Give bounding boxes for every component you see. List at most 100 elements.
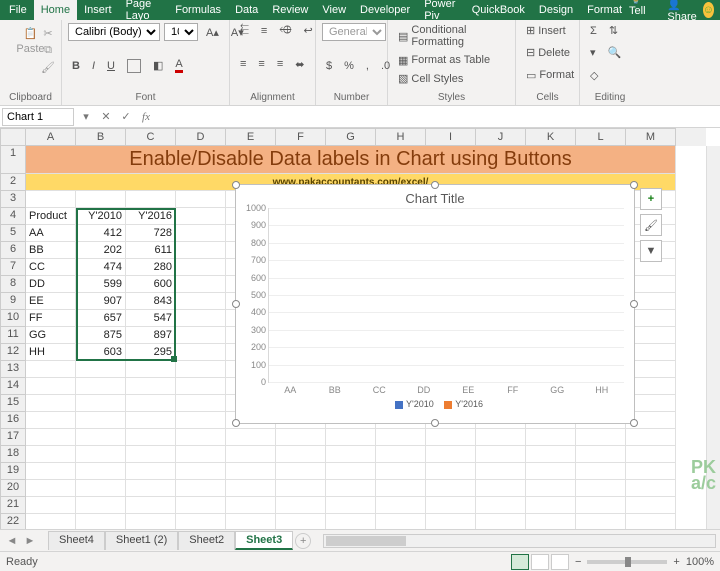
col-header-I[interactable]: I <box>426 128 476 146</box>
align-center-icon[interactable]: ≡ <box>254 57 268 71</box>
cell[interactable] <box>126 378 176 395</box>
normal-view-button[interactable] <box>511 554 529 570</box>
font-size-select[interactable]: 10 <box>164 23 198 41</box>
cell[interactable] <box>26 429 76 446</box>
align-left-icon[interactable]: ≡ <box>236 57 250 71</box>
cell[interactable] <box>376 514 426 529</box>
cell[interactable]: 600 <box>126 276 176 293</box>
namebox-dropdown-icon[interactable]: ▾ <box>76 110 96 123</box>
fill-color-button[interactable]: ◧ <box>149 58 167 73</box>
italic-button[interactable]: I <box>88 59 99 73</box>
cell[interactable] <box>626 497 676 514</box>
cell[interactable] <box>226 497 276 514</box>
cell[interactable]: 897 <box>126 327 176 344</box>
row-header-3[interactable]: 3 <box>0 191 26 208</box>
cell[interactable]: 295 <box>126 344 176 361</box>
cell[interactable] <box>176 429 226 446</box>
sheet-nav-next[interactable]: ► <box>22 535 38 547</box>
cell[interactable] <box>176 344 226 361</box>
number-format-select[interactable]: General <box>322 23 386 41</box>
sheet-tab-Sheet3[interactable]: Sheet3 <box>235 531 293 550</box>
cell[interactable] <box>326 446 376 463</box>
cell[interactable] <box>326 463 376 480</box>
col-header-L[interactable]: L <box>576 128 626 146</box>
cell[interactable] <box>76 446 126 463</box>
cell[interactable] <box>626 514 676 529</box>
row-header-12[interactable]: 12 <box>0 344 26 361</box>
cell[interactable] <box>176 293 226 310</box>
cell[interactable]: Product <box>26 208 76 225</box>
fill-icon[interactable]: ▾ <box>586 45 600 60</box>
cell[interactable] <box>176 225 226 242</box>
cell[interactable] <box>526 497 576 514</box>
chart-legend[interactable]: Y'2010 Y'2016 <box>236 395 634 413</box>
enter-formula-icon[interactable]: ✓ <box>116 110 136 123</box>
spreadsheet-grid[interactable]: ABCDEFGHIJKLM 12345678910111213141516171… <box>0 128 720 529</box>
clear-icon[interactable]: ◇ <box>586 68 602 83</box>
cell[interactable] <box>76 191 126 208</box>
cell[interactable] <box>126 191 176 208</box>
fx-icon[interactable]: fx <box>136 111 156 123</box>
find-select-icon[interactable]: 🔍 <box>604 45 626 60</box>
cell[interactable] <box>76 378 126 395</box>
wrap-text-icon[interactable]: ↩ <box>299 23 316 38</box>
cell[interactable]: 907 <box>76 293 126 310</box>
cell[interactable] <box>26 412 76 429</box>
cell[interactable]: HH <box>26 344 76 361</box>
cell[interactable]: CC <box>26 259 76 276</box>
sort-filter-icon[interactable]: ⇅ <box>605 23 622 38</box>
zoom-level[interactable]: 100% <box>686 556 714 568</box>
page-break-view-button[interactable] <box>551 554 569 570</box>
insert-cells-button[interactable]: ⊞ Insert <box>522 23 573 38</box>
delete-cells-button[interactable]: ⊟ Delete <box>522 45 573 60</box>
cell[interactable]: BB <box>26 242 76 259</box>
row-header-10[interactable]: 10 <box>0 310 26 327</box>
cell[interactable] <box>176 480 226 497</box>
cell[interactable] <box>176 327 226 344</box>
cell[interactable] <box>276 429 326 446</box>
cell[interactable] <box>226 446 276 463</box>
cell[interactable] <box>26 191 76 208</box>
cell[interactable] <box>326 497 376 514</box>
cell[interactable] <box>426 446 476 463</box>
cell[interactable] <box>276 463 326 480</box>
cell[interactable] <box>326 429 376 446</box>
cell[interactable] <box>476 480 526 497</box>
embedded-chart[interactable]: Chart Title 0100200300400500600700800900… <box>235 184 635 424</box>
cell[interactable] <box>326 514 376 529</box>
cell-styles-button[interactable]: ▧ Cell Styles <box>394 71 509 86</box>
cell[interactable]: 843 <box>126 293 176 310</box>
align-right-icon[interactable]: ≡ <box>273 57 287 71</box>
align-bottom-icon[interactable]: ⬲ <box>275 23 295 38</box>
cell[interactable] <box>176 191 226 208</box>
cell[interactable] <box>476 497 526 514</box>
cell[interactable]: 657 <box>76 310 126 327</box>
cell[interactable] <box>76 361 126 378</box>
align-top-icon[interactable]: ⬱ <box>236 23 253 38</box>
cell[interactable] <box>76 497 126 514</box>
cell[interactable] <box>126 412 176 429</box>
cell[interactable]: EE <box>26 293 76 310</box>
cell[interactable] <box>576 497 626 514</box>
row-header-2[interactable]: 2 <box>0 174 26 191</box>
format-cells-button[interactable]: ▭ Format <box>522 68 573 83</box>
cut-icon[interactable]: ✂ <box>40 25 56 41</box>
feedback-icon[interactable]: ☺ <box>703 2 714 18</box>
horizontal-scrollbar[interactable] <box>323 534 716 548</box>
cell[interactable] <box>176 497 226 514</box>
cell[interactable]: 280 <box>126 259 176 276</box>
cell[interactable] <box>176 259 226 276</box>
title-cell[interactable]: Enable/Disable Data labels in Chart usin… <box>26 146 676 174</box>
cell[interactable] <box>476 429 526 446</box>
row-header-18[interactable]: 18 <box>0 446 26 463</box>
row-header-7[interactable]: 7 <box>0 259 26 276</box>
col-header-D[interactable]: D <box>176 128 226 146</box>
cell[interactable] <box>176 276 226 293</box>
cell[interactable] <box>426 463 476 480</box>
cell[interactable] <box>376 497 426 514</box>
cell[interactable] <box>126 429 176 446</box>
zoom-in-button[interactable]: + <box>673 556 679 568</box>
cell[interactable] <box>26 463 76 480</box>
row-header-13[interactable]: 13 <box>0 361 26 378</box>
cell[interactable] <box>376 446 426 463</box>
